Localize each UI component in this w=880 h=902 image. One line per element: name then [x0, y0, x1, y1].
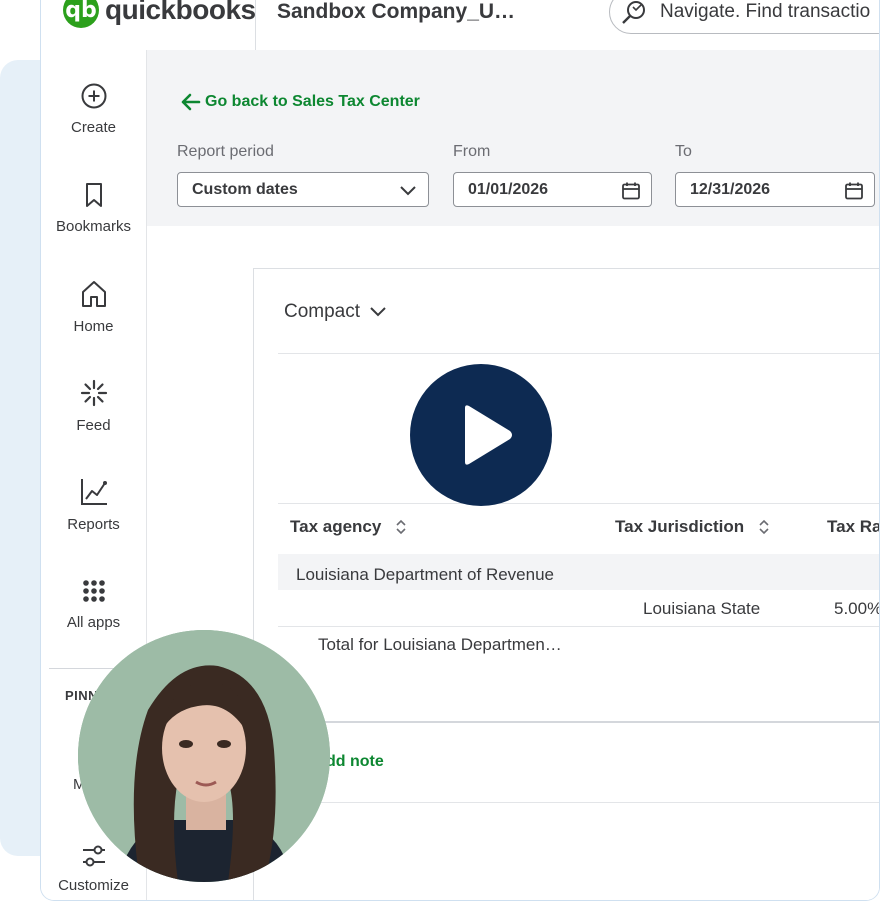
sidebar-item-label: Bookmarks	[55, 218, 132, 235]
sidebar-item-label: Feed	[76, 417, 111, 434]
sidebar-item-home[interactable]: Home	[41, 279, 146, 335]
home-icon	[81, 281, 106, 307]
from-date-field[interactable]: 01/01/2026	[453, 172, 652, 207]
search-input[interactable]: Navigate. Find transactio	[609, 0, 879, 34]
sidebar-item-label: All apps	[66, 614, 121, 631]
reports-chart-icon	[80, 479, 107, 505]
total-row-label: Total for Louisiana Departmen…	[318, 635, 562, 654]
tax-rate-cell: 5.00%	[834, 599, 880, 618]
to-date-field[interactable]: 12/31/2026	[675, 172, 875, 207]
sort-icon	[759, 519, 769, 535]
back-link-label: Go back to Sales Tax Center	[205, 93, 420, 110]
from-label: From	[453, 143, 491, 160]
topbar-divider	[255, 0, 256, 50]
presenter-video-avatar	[78, 630, 330, 882]
column-header-label: Tax Ra	[827, 517, 880, 536]
back-to-sales-tax-link[interactable]: Go back to Sales Tax Center	[179, 92, 420, 112]
bookmark-icon	[85, 183, 102, 207]
column-header-tax-agency[interactable]: Tax agency	[290, 517, 407, 537]
sidebar-item-feed[interactable]: Feed	[41, 378, 146, 434]
chevron-down-icon	[370, 307, 386, 317]
search-placeholder: Navigate. Find transactio	[660, 1, 871, 22]
sidebar-item-label: Reports	[67, 516, 120, 533]
sidebar-item-create[interactable]: Create	[41, 82, 146, 136]
report-divider	[278, 353, 879, 354]
search-icon	[622, 1, 645, 24]
sidebar-item-label: Home	[73, 318, 114, 335]
sort-icon	[396, 519, 406, 535]
report-period-label: Report period	[177, 143, 274, 160]
sidebar-item-label: Customize	[58, 877, 129, 894]
column-header-tax-jurisdiction[interactable]: Tax Jurisdiction	[615, 517, 770, 537]
presenter-portrait	[78, 630, 330, 882]
report-card: Compact Tax agency Tax Jurisdiction Tax …	[253, 268, 880, 900]
add-note-link[interactable]: dd note	[326, 753, 384, 771]
sidebar-item-reports[interactable]: Reports	[41, 477, 146, 533]
compact-label: Compact	[284, 301, 361, 322]
logo-text: quickbooks	[105, 0, 256, 25]
quickbooks-logo[interactable]: qb quickbooks	[63, 0, 256, 32]
column-header-tax-rate[interactable]: Tax Ra	[827, 517, 880, 537]
row-divider	[278, 626, 879, 627]
company-name[interactable]: Sandbox Company_U…	[277, 0, 515, 24]
plus-circle-icon	[81, 83, 106, 109]
customize-sliders-icon	[82, 845, 105, 867]
report-period-select[interactable]: Custom dates	[177, 172, 429, 207]
logo-mark-icon: qb	[63, 0, 99, 28]
from-date-value: 01/01/2026	[468, 180, 549, 198]
group-agency-name: Louisiana Department of Revenue	[296, 565, 554, 584]
column-header-label: Tax Jurisdiction	[615, 517, 745, 536]
table-header-top-border	[278, 503, 879, 504]
play-icon	[465, 405, 512, 465]
to-date-value: 12/31/2026	[690, 180, 771, 198]
sidebar-item-bookmarks[interactable]: Bookmarks	[41, 181, 146, 235]
sidebar-item-all-apps[interactable]: All apps	[41, 577, 146, 631]
chevron-down-icon	[400, 186, 416, 196]
arrow-left-icon	[181, 93, 201, 111]
footer-divider	[278, 802, 879, 803]
jurisdiction-cell: Louisiana State	[643, 599, 761, 618]
report-period-value: Custom dates	[192, 180, 298, 198]
top-bar: qb quickbooks Sandbox Company_U… Navigat…	[41, 0, 879, 51]
video-play-button[interactable]	[410, 364, 552, 506]
compact-view-toggle[interactable]: Compact	[284, 301, 388, 323]
apps-grid-icon	[82, 580, 105, 602]
column-header-label: Tax agency	[290, 517, 382, 536]
report-filter-bar: Go back to Sales Tax Center Report perio…	[147, 50, 879, 226]
table-bottom-border	[278, 721, 879, 723]
calendar-icon	[622, 182, 640, 200]
feed-icon	[80, 379, 107, 407]
calendar-icon	[845, 182, 863, 200]
sidebar-item-label: Create	[70, 119, 117, 136]
to-label: To	[675, 143, 692, 160]
